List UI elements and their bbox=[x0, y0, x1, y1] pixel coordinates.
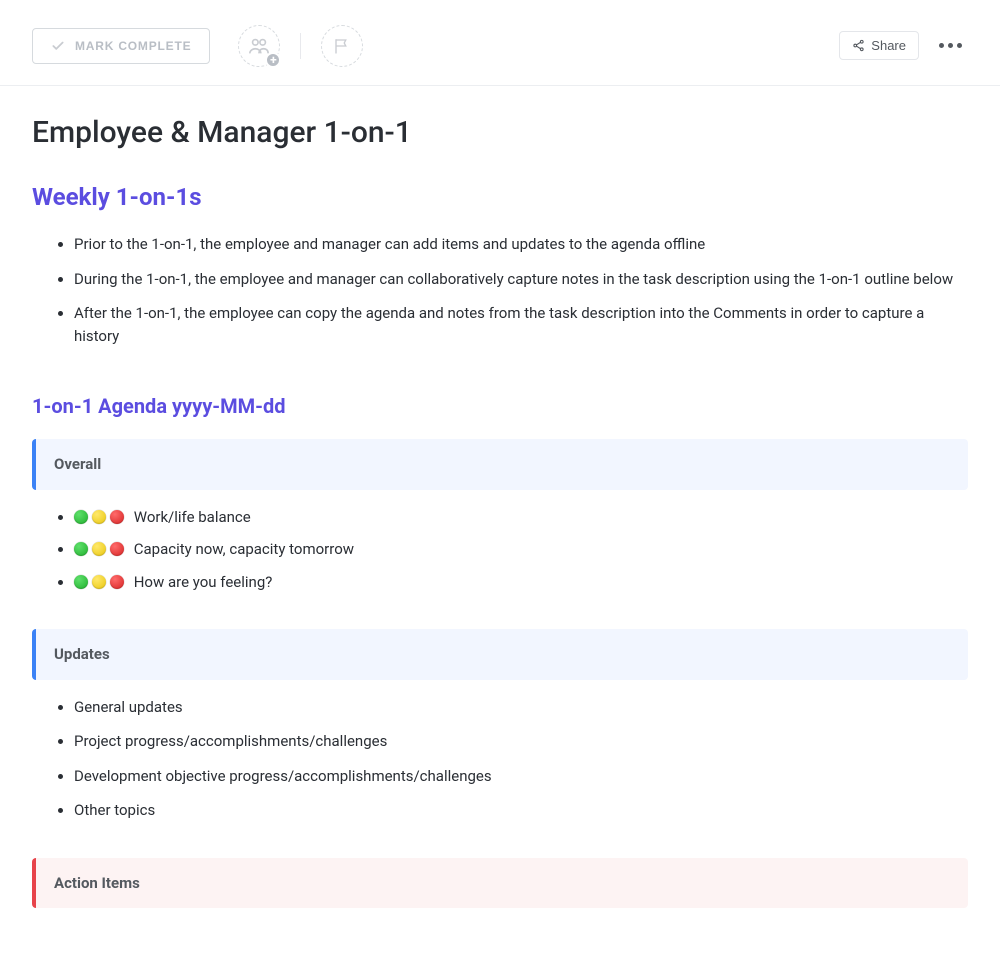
list-item: Prior to the 1-on-1, the employee and ma… bbox=[74, 233, 968, 256]
page-content: Employee & Manager 1-on-1 Weekly 1-on-1s… bbox=[0, 86, 1000, 968]
share-button[interactable]: Share bbox=[839, 31, 919, 60]
list-item: How are you feeling? bbox=[74, 571, 968, 594]
dot-icon bbox=[957, 43, 962, 48]
status-dots-icon bbox=[74, 575, 124, 589]
priority-button[interactable] bbox=[321, 25, 363, 67]
weekly-list: Prior to the 1-on-1, the employee and ma… bbox=[32, 233, 968, 347]
callout-title: Overall bbox=[54, 455, 101, 473]
callout-action-items: Action Items bbox=[32, 858, 968, 909]
add-badge-icon: + bbox=[265, 52, 281, 68]
list-item-label: Work/life balance bbox=[134, 508, 251, 526]
status-dots-icon bbox=[74, 542, 124, 556]
callout-title: Action Items bbox=[54, 874, 140, 892]
list-item: Work/life balance bbox=[74, 506, 968, 529]
mark-complete-button[interactable]: MARK COMPLETE bbox=[32, 28, 210, 64]
share-label: Share bbox=[871, 38, 906, 53]
page-title: Employee & Manager 1-on-1 bbox=[32, 110, 968, 155]
weekly-heading[interactable]: Weekly 1-on-1s bbox=[32, 179, 968, 215]
mark-complete-label: MARK COMPLETE bbox=[75, 39, 191, 53]
list-item: Development objective progress/accomplis… bbox=[74, 765, 968, 788]
list-item: Other topics bbox=[74, 799, 968, 822]
list-item: During the 1-on-1, the employee and mana… bbox=[74, 268, 968, 291]
toolbar-icons: + bbox=[238, 25, 363, 67]
agenda-heading[interactable]: 1-on-1 Agenda yyyy-MM-dd bbox=[32, 391, 968, 421]
toolbar: MARK COMPLETE + Share bbox=[0, 0, 1000, 86]
callout-title: Updates bbox=[54, 645, 110, 663]
dot-icon bbox=[939, 43, 944, 48]
check-icon bbox=[51, 39, 65, 53]
list-item: Project progress/accomplishments/challen… bbox=[74, 730, 968, 753]
flag-icon bbox=[333, 37, 351, 55]
share-icon bbox=[852, 39, 865, 52]
list-item-label: How are you feeling? bbox=[134, 573, 273, 591]
updates-list: General updates Project progress/accompl… bbox=[32, 696, 968, 822]
more-menu-button[interactable] bbox=[933, 37, 968, 54]
list-item: Capacity now, capacity tomorrow bbox=[74, 538, 968, 561]
list-item-label: Capacity now, capacity tomorrow bbox=[134, 540, 354, 558]
list-item: General updates bbox=[74, 696, 968, 719]
callout-updates: Updates bbox=[32, 629, 968, 680]
status-dots-icon bbox=[74, 510, 124, 524]
list-item: After the 1-on-1, the employee can copy … bbox=[74, 302, 968, 347]
callout-overall: Overall bbox=[32, 439, 968, 490]
dot-icon bbox=[948, 43, 953, 48]
divider bbox=[300, 33, 301, 59]
assignees-button[interactable]: + bbox=[238, 25, 280, 67]
toolbar-right: Share bbox=[839, 31, 968, 60]
overall-list: Work/life balance Capacity now, capacity… bbox=[32, 506, 968, 594]
